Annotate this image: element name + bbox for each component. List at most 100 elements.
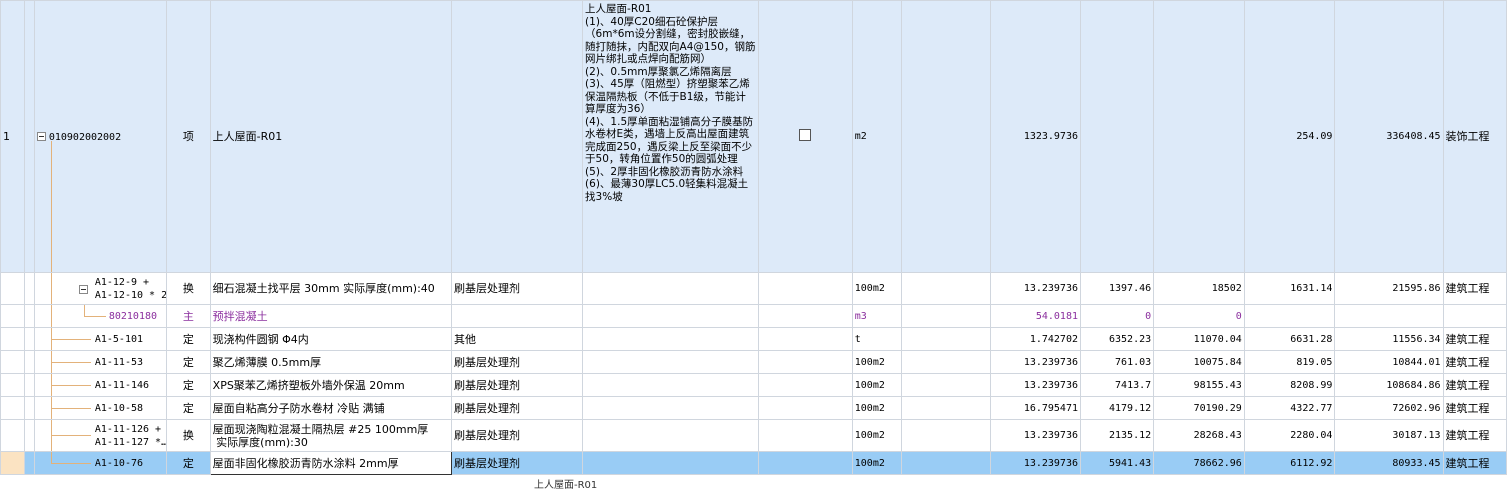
quota-row[interactable]: A1-11-126 + A1-11-127 *… 换 屋面现浇陶粒混凝土隔热层 …	[0, 419, 1507, 452]
list-total[interactable]: 336408.45	[1334, 0, 1444, 273]
quota-code-cell[interactable]: A1-5-101	[33, 327, 167, 351]
quota-qty[interactable]: 13.239736	[990, 373, 1081, 397]
checkbox-cell[interactable]	[757, 0, 853, 273]
quota-col1[interactable]: 1397.46	[1079, 272, 1155, 305]
quota-row[interactable]: A1-11-53 定 聚乙烯薄膜 0.5mm厚 刷基层处理剂 100m2 13.…	[0, 350, 1507, 374]
quota-col2[interactable]: 10075.84	[1153, 350, 1245, 374]
list-name[interactable]: 上人屋面-R01	[209, 0, 453, 273]
quota-col2[interactable]: 98155.43	[1153, 373, 1245, 397]
quota-name-editor[interactable]: 屋面非固化橡胶沥青防水涂料 2mm厚	[209, 451, 453, 475]
quota-col3[interactable]: 8208.99	[1243, 373, 1336, 397]
material-name[interactable]: 预拌混凝土	[209, 304, 453, 328]
list-unit[interactable]: m2	[851, 0, 902, 273]
quota-qty[interactable]: 13.239736	[990, 419, 1081, 452]
quota-type[interactable]: 定	[165, 396, 211, 420]
quota-row[interactable]: A1-10-58 定 屋面自粘高分子防水卷材 冷贴 满铺 刷基层处理剂 100m…	[0, 396, 1507, 420]
quota-material[interactable]: 刷基层处理剂	[450, 373, 584, 397]
quota-unit[interactable]: 100m2	[851, 451, 902, 475]
collapse-icon[interactable]	[36, 132, 46, 141]
quota-col1[interactable]: 761.03	[1079, 350, 1155, 374]
quota-col4[interactable]: 21595.86	[1334, 272, 1444, 305]
list-quantity[interactable]: 1323.9736	[990, 0, 1081, 273]
quota-category[interactable]: 建筑工程	[1442, 350, 1507, 374]
material-type[interactable]: 主	[165, 304, 211, 328]
quota-name[interactable]: 细石混凝土找平层 30mm 实际厚度(mm):40	[209, 272, 453, 305]
list-checkbox[interactable]	[799, 129, 812, 141]
quota-unit[interactable]: 100m2	[851, 396, 902, 420]
material-row[interactable]: 80210180 主 预拌混凝土 m3 54.0181 0 0	[0, 304, 1507, 328]
quota-code-cell[interactable]: A1-12-9 + A1-12-10 * 2	[33, 272, 167, 305]
quota-col4[interactable]: 10844.01	[1334, 350, 1444, 374]
quota-col2[interactable]: 78662.96	[1153, 451, 1245, 475]
quota-col1[interactable]: 5941.43	[1079, 451, 1155, 475]
material-category[interactable]	[1442, 304, 1507, 328]
material-col1[interactable]: 0	[1079, 304, 1155, 328]
material-material[interactable]	[450, 304, 584, 328]
quota-col4[interactable]: 30187.13	[1334, 419, 1444, 452]
list-code-cell[interactable]: 010902002002	[33, 0, 167, 273]
quota-col3[interactable]: 4322.77	[1243, 396, 1336, 420]
quota-code-cell[interactable]: A1-11-53	[33, 350, 167, 374]
quota-qty[interactable]: 13.239736	[990, 451, 1081, 475]
quota-row[interactable]: A1-5-101 定 现浇构件圆钢 Φ4内 其他 t 1.742702 6352…	[0, 327, 1507, 351]
quota-code-cell[interactable]: A1-11-146	[33, 373, 167, 397]
quota-type[interactable]: 换	[165, 272, 211, 305]
quota-material[interactable]: 刷基层处理剂	[450, 272, 584, 305]
quota-col4[interactable]: 108684.86	[1334, 373, 1444, 397]
quota-type[interactable]: 定	[165, 373, 211, 397]
quota-type[interactable]: 换	[165, 419, 211, 452]
quota-name[interactable]: 屋面自粘高分子防水卷材 冷贴 满铺	[209, 396, 453, 420]
quota-col3[interactable]: 6631.28	[1243, 327, 1336, 351]
quota-name[interactable]: XPS聚苯乙烯挤塑板外墙外保温 20mm	[209, 373, 453, 397]
collapse-icon[interactable]	[78, 285, 88, 294]
quota-col1[interactable]: 6352.23	[1079, 327, 1155, 351]
quota-code-cell[interactable]: A1-10-76	[33, 451, 167, 475]
quota-col2[interactable]: 11070.04	[1153, 327, 1245, 351]
material-unit[interactable]: m3	[851, 304, 902, 328]
quota-material[interactable]: 刷基层处理剂	[450, 396, 584, 420]
material-col2[interactable]: 0	[1153, 304, 1245, 328]
quota-col3[interactable]: 1631.14	[1243, 272, 1336, 305]
quota-qty[interactable]: 13.239736	[990, 350, 1081, 374]
quota-unit[interactable]: t	[851, 327, 902, 351]
quota-name[interactable]: 现浇构件圆钢 Φ4内	[209, 327, 453, 351]
list-item-row[interactable]: 1 010902002002 项 上人屋面-R01 上人屋面-R01 (1)、4…	[0, 0, 1507, 273]
quota-material[interactable]: 刷基层处理剂	[450, 419, 584, 452]
quota-category[interactable]: 建筑工程	[1442, 272, 1507, 305]
quota-name-cell[interactable]: 屋面现浇陶粒混凝土隔热层 #25 100mm厚 实际厚度(mm):30	[209, 419, 453, 452]
quota-unit[interactable]: 100m2	[851, 350, 902, 374]
quota-col2[interactable]: 28268.43	[1153, 419, 1245, 452]
material-qty[interactable]: 54.0181	[990, 304, 1081, 328]
quota-qty[interactable]: 16.795471	[990, 396, 1081, 420]
quota-category[interactable]: 建筑工程	[1442, 327, 1507, 351]
quota-category[interactable]: 建筑工程	[1442, 451, 1507, 475]
list-category[interactable]: 装饰工程	[1442, 0, 1507, 273]
quota-code-cell[interactable]: A1-10-58	[33, 396, 167, 420]
quota-material[interactable]: 刷基层处理剂	[450, 350, 584, 374]
quota-col2[interactable]: 18502	[1153, 272, 1245, 305]
quota-material[interactable]: 其他	[450, 327, 584, 351]
quota-col3[interactable]: 819.05	[1243, 350, 1336, 374]
quota-row[interactable]: A1-12-9 + A1-12-10 * 2 换 细石混凝土找平层 30mm 实…	[0, 272, 1507, 305]
quota-qty[interactable]: 1.742702	[990, 327, 1081, 351]
quota-category[interactable]: 建筑工程	[1442, 396, 1507, 420]
quota-col1[interactable]: 4179.12	[1079, 396, 1155, 420]
quota-type[interactable]: 定	[165, 451, 211, 475]
quota-col4[interactable]: 11556.34	[1334, 327, 1444, 351]
material-col4[interactable]	[1334, 304, 1444, 328]
quota-col1[interactable]: 2135.12	[1079, 419, 1155, 452]
quota-col3[interactable]: 6112.92	[1243, 451, 1336, 475]
quota-unit[interactable]: 100m2	[851, 419, 902, 452]
material-col3[interactable]	[1243, 304, 1336, 328]
quota-type[interactable]: 定	[165, 327, 211, 351]
quota-code-cell[interactable]: A1-11-126 + A1-11-127 *…	[33, 419, 167, 452]
quota-col3[interactable]: 2280.04	[1243, 419, 1336, 452]
quota-type[interactable]: 定	[165, 350, 211, 374]
quota-qty[interactable]: 13.239736	[990, 272, 1081, 305]
material-code-cell[interactable]: 80210180	[33, 304, 167, 328]
quota-col1[interactable]: 7413.7	[1079, 373, 1155, 397]
quota-category[interactable]: 建筑工程	[1442, 419, 1507, 452]
quota-col2[interactable]: 70190.29	[1153, 396, 1245, 420]
list-unit-price[interactable]: 254.09	[1243, 0, 1336, 273]
quota-row[interactable]: A1-11-146 定 XPS聚苯乙烯挤塑板外墙外保温 20mm 刷基层处理剂 …	[0, 373, 1507, 397]
